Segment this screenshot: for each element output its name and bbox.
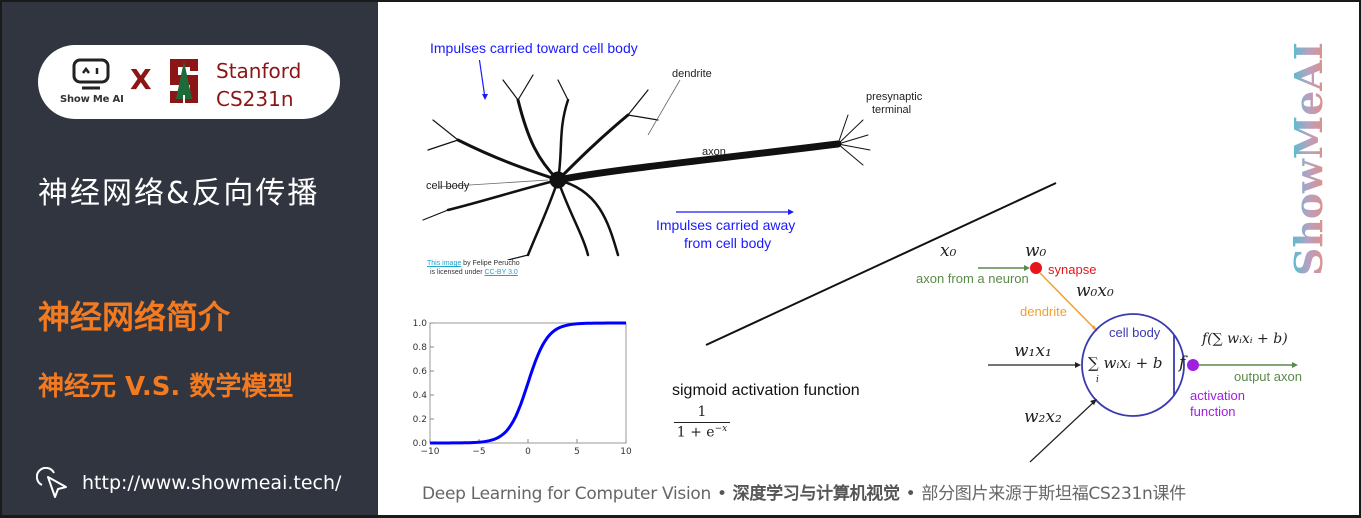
- slide-border: [0, 0, 1361, 518]
